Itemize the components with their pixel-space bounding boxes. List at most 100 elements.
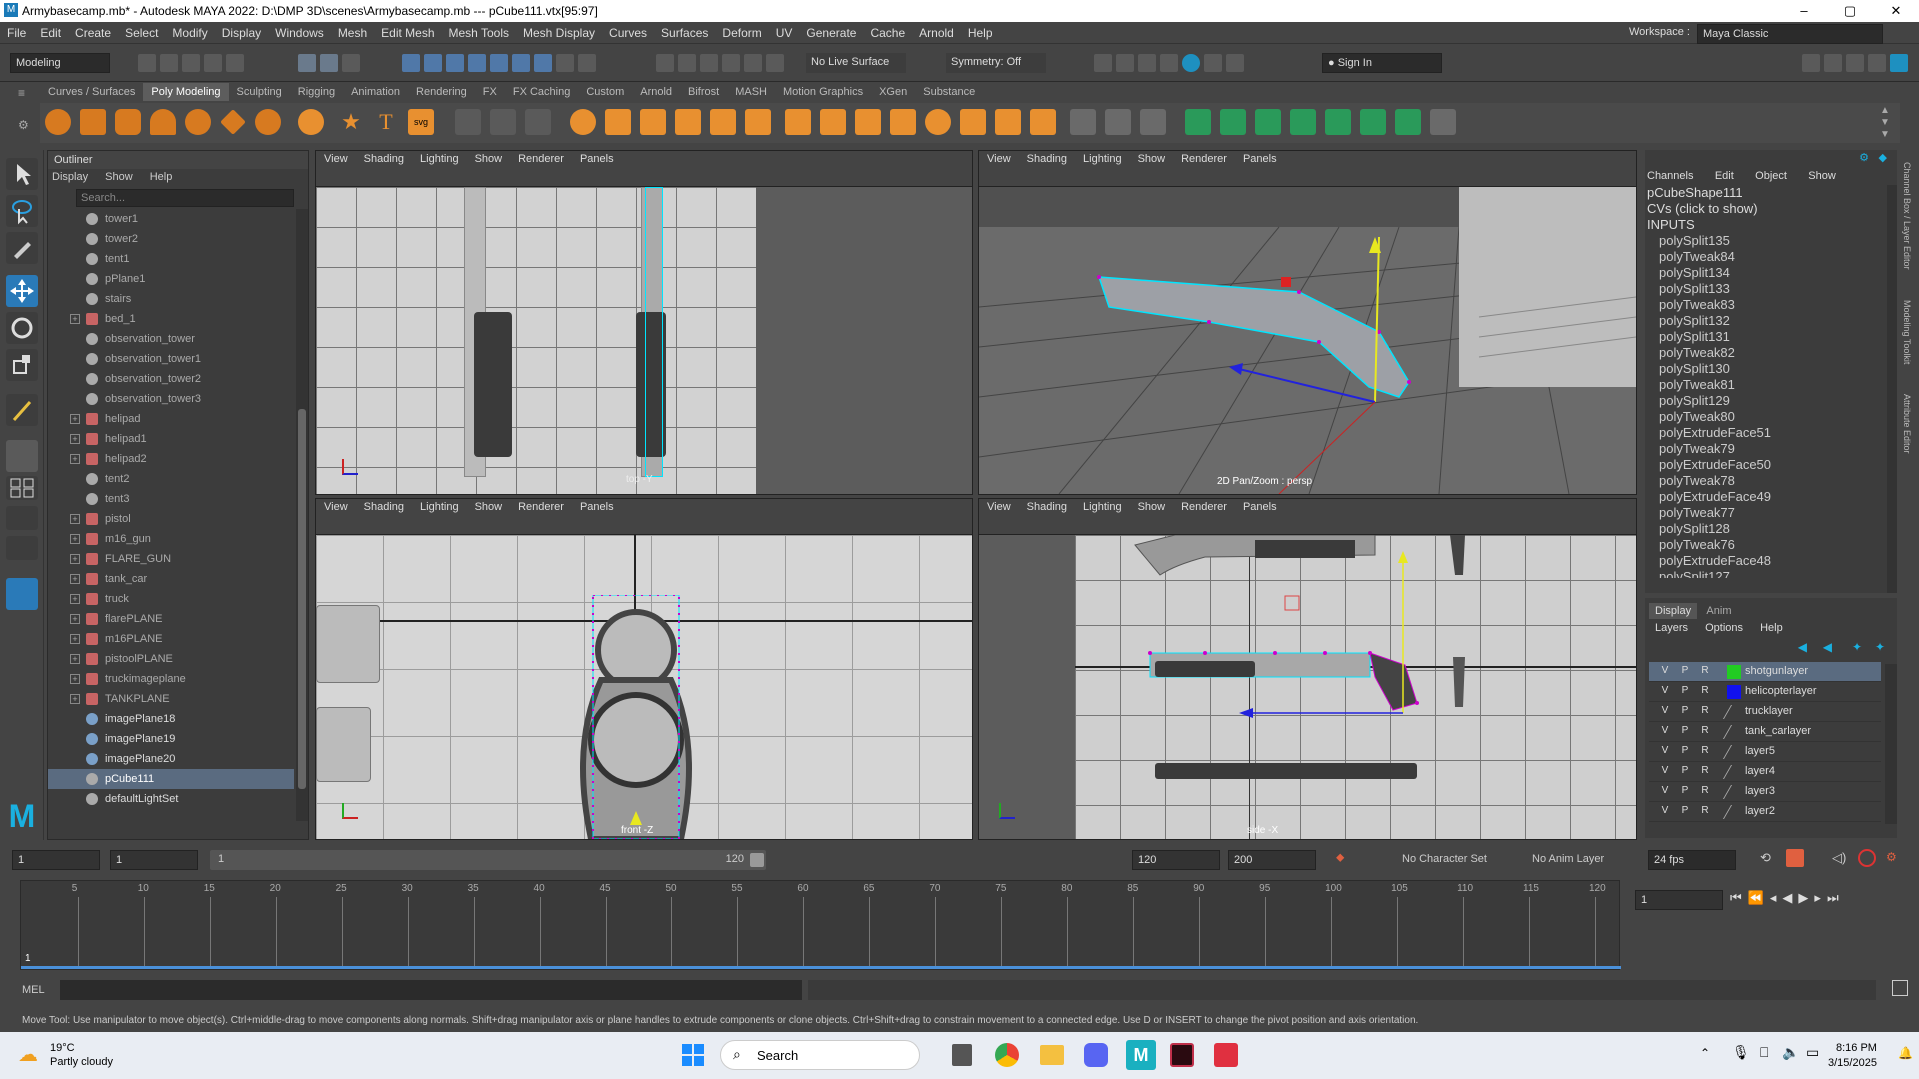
- vp-menu-shading[interactable]: Shading: [364, 153, 404, 165]
- fps-dropdown[interactable]: 24 fps: [1648, 850, 1736, 870]
- channel-input-node[interactable]: polyTweak78: [1645, 473, 1897, 489]
- separate-icon[interactable]: [490, 109, 516, 135]
- outliner-menu-show[interactable]: Show: [105, 171, 133, 183]
- layer-menu-layers[interactable]: Layers: [1655, 622, 1688, 634]
- menu-mesh-tools[interactable]: Mesh Tools: [442, 22, 516, 40]
- outliner-item[interactable]: observation_tower3: [48, 389, 294, 409]
- outliner-item[interactable]: + m16_gun: [48, 529, 294, 549]
- playback-toggle[interactable]: P: [1677, 805, 1693, 819]
- outliner-item[interactable]: observation_tower: [48, 329, 294, 349]
- channel-shape-name[interactable]: pCubeShape111: [1645, 185, 1897, 201]
- start-time-field[interactable]: 1: [12, 850, 100, 870]
- bevel-icon[interactable]: [710, 109, 736, 135]
- save-scene-icon[interactable]: [182, 54, 200, 72]
- outliner-item[interactable]: + bed_1: [48, 309, 294, 329]
- reference-toggle[interactable]: R: [1697, 765, 1713, 779]
- expand-icon[interactable]: +: [70, 594, 80, 604]
- outliner-search-input[interactable]: Search...: [76, 189, 294, 207]
- target-weld-icon[interactable]: [1105, 109, 1131, 135]
- move-layer-up-icon[interactable]: ◀: [1798, 640, 1807, 654]
- menu-deform[interactable]: Deform: [715, 22, 768, 40]
- vp-menu-show[interactable]: Show: [1138, 153, 1166, 165]
- viewport-front[interactable]: View Shading Lighting Show Renderer Panels fr…: [315, 498, 973, 840]
- outliner-item[interactable]: tent3: [48, 489, 294, 509]
- ipr-render-icon[interactable]: [1160, 54, 1178, 72]
- viewport-top-canvas[interactable]: top -Y: [316, 187, 972, 494]
- extrude-icon[interactable]: [675, 109, 701, 135]
- channel-input-node[interactable]: polySplit129: [1645, 393, 1897, 409]
- menu-windows[interactable]: Windows: [268, 22, 331, 40]
- uv-sew-icon[interactable]: [1360, 109, 1386, 135]
- mask-surfaces-icon[interactable]: [468, 54, 486, 72]
- auto-key-icon[interactable]: [1786, 849, 1804, 867]
- vp-menu-show[interactable]: Show: [475, 153, 503, 165]
- tray-chevron-icon[interactable]: ⌃: [1700, 1046, 1710, 1060]
- smooth-icon[interactable]: [525, 109, 551, 135]
- outliner-item[interactable]: tent2: [48, 469, 294, 489]
- outliner-item[interactable]: observation_tower1: [48, 349, 294, 369]
- expand-icon[interactable]: +: [70, 574, 80, 584]
- outliner-scroll-thumb[interactable]: [298, 409, 306, 789]
- visibility-toggle[interactable]: V: [1657, 685, 1673, 699]
- channel-input-node[interactable]: polySplit135: [1645, 233, 1897, 249]
- poly-sphere-icon[interactable]: [45, 109, 71, 135]
- menu-file[interactable]: File: [0, 22, 33, 40]
- layer-scrollbar[interactable]: [1885, 664, 1897, 824]
- outliner-item[interactable]: tent1: [48, 249, 294, 269]
- tab-modeling-toolkit[interactable]: Modeling Toolkit: [1902, 300, 1912, 364]
- menu-surfaces[interactable]: Surfaces: [654, 22, 715, 40]
- poly-cone-icon[interactable]: [150, 109, 176, 135]
- single-view-icon[interactable]: [6, 440, 38, 472]
- tab-sculpting[interactable]: Sculpting: [229, 83, 290, 101]
- end-time-field[interactable]: 200: [1228, 850, 1316, 870]
- minimize-button[interactable]: –: [1781, 0, 1827, 22]
- file-explorer-icon[interactable]: [1040, 1045, 1064, 1065]
- channel-input-node[interactable]: polySplit131: [1645, 329, 1897, 345]
- keyframe-icon[interactable]: ⬥: [1336, 850, 1344, 865]
- go-to-start-icon[interactable]: ⏮: [1730, 890, 1748, 905]
- tab-rigging[interactable]: Rigging: [290, 83, 343, 101]
- playback-toggle[interactable]: P: [1677, 725, 1693, 739]
- sound-icon[interactable]: ◁): [1832, 850, 1846, 866]
- vp-menu-shading[interactable]: Shading: [1027, 153, 1067, 165]
- vp-menu-lighting[interactable]: Lighting: [1083, 501, 1122, 513]
- layer-color-swatch[interactable]: [1722, 705, 1746, 719]
- outliner-item[interactable]: pCube111: [48, 769, 294, 789]
- expand-icon[interactable]: +: [70, 614, 80, 624]
- menu-edit-mesh[interactable]: Edit Mesh: [374, 22, 441, 40]
- outliner-layout-icon[interactable]: [6, 578, 38, 610]
- outliner-item[interactable]: defaultLightSet: [48, 789, 294, 809]
- tab-mash[interactable]: MASH: [727, 83, 775, 101]
- tab-channel-box-layer-editor[interactable]: Channel Box / Layer Editor: [1902, 162, 1912, 270]
- wedge-icon[interactable]: [855, 109, 881, 135]
- layer-menu-options[interactable]: Options: [1705, 622, 1743, 634]
- reference-toggle[interactable]: R: [1697, 745, 1713, 759]
- append-polygon-icon[interactable]: [745, 109, 771, 135]
- arnold-render-icon[interactable]: [1204, 54, 1222, 72]
- svg-tool-icon[interactable]: svg: [408, 109, 434, 135]
- platonic-solid-icon[interactable]: [298, 109, 324, 135]
- channel-scrollbar[interactable]: [1887, 185, 1897, 593]
- channel-menu-channels[interactable]: Channels: [1647, 170, 1693, 182]
- mask-deformations-icon[interactable]: [490, 54, 508, 72]
- channel-cvs[interactable]: CVs (click to show): [1645, 201, 1897, 217]
- fill-hole-icon[interactable]: [785, 109, 811, 135]
- select-component-icon[interactable]: [342, 54, 360, 72]
- channel-input-node[interactable]: polyExtrudeFace51: [1645, 425, 1897, 441]
- mask-joints-icon[interactable]: [424, 54, 442, 72]
- expand-icon[interactable]: +: [70, 674, 80, 684]
- uv-automatic-icon[interactable]: [1290, 109, 1316, 135]
- vp-menu-renderer[interactable]: Renderer: [518, 153, 564, 165]
- go-to-end-icon[interactable]: ⏭: [1827, 890, 1845, 905]
- outliner-item[interactable]: + helipad2: [48, 449, 294, 469]
- tool-settings-icon[interactable]: [1868, 54, 1886, 72]
- outliner-item[interactable]: + pistoolPLANE: [48, 649, 294, 669]
- channel-menu-show[interactable]: Show: [1808, 170, 1836, 182]
- layer-row[interactable]: V P Rtrucklayer: [1649, 702, 1881, 722]
- network-icon[interactable]: ⎕: [1760, 1044, 1768, 1061]
- outliner-item[interactable]: + TANKPLANE: [48, 689, 294, 709]
- tab-fx-caching[interactable]: FX Caching: [505, 83, 578, 101]
- battery-icon[interactable]: ▭: [1806, 1044, 1819, 1061]
- merge-icon[interactable]: [820, 109, 846, 135]
- uv-editor-icon[interactable]: [1430, 109, 1456, 135]
